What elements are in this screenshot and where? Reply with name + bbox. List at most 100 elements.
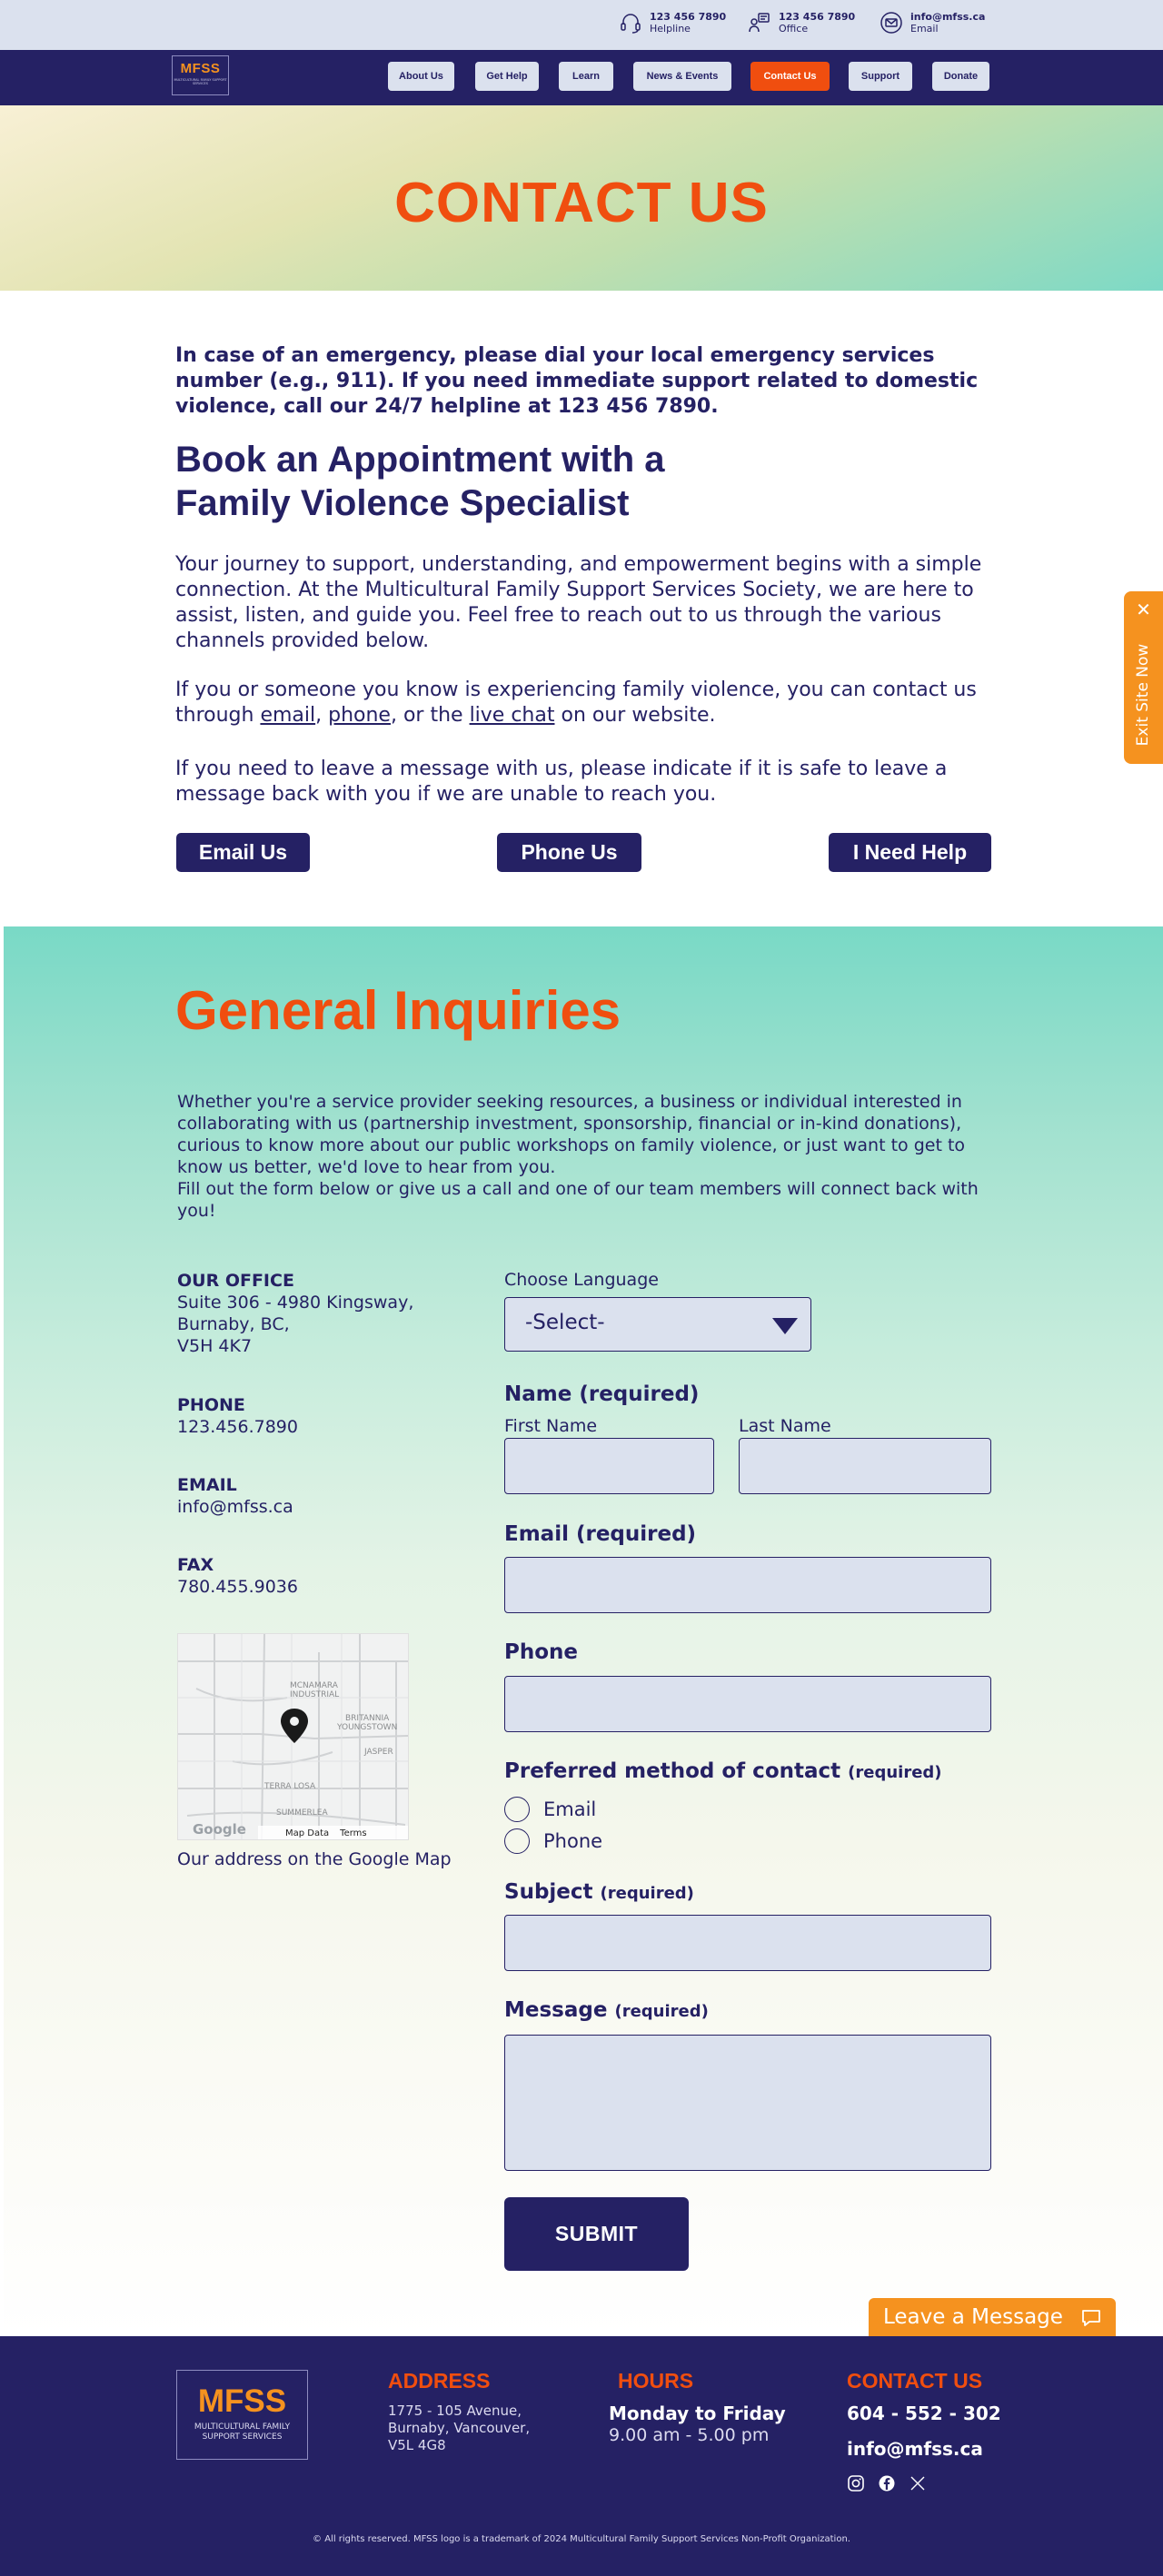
nav-learn[interactable]: Learn: [559, 62, 613, 91]
map-label: TERRA LOSA: [264, 1782, 316, 1791]
footer-phone[interactable]: 604 - 552 - 302: [847, 2403, 1001, 2424]
exit-site-label: Exit Site Now: [1134, 643, 1152, 747]
message-textarea[interactable]: [504, 2035, 991, 2171]
first-name-label: First Name: [504, 1416, 598, 1436]
phone-us-button[interactable]: Phone Us: [497, 833, 641, 872]
office-contact[interactable]: 123 456 7890 Office: [748, 11, 855, 35]
language-select-value: -Select-: [525, 1311, 605, 1334]
p2-text-2: , or the: [390, 704, 470, 727]
logo-tagline: MULTICULTURAL FAMILY SUPPORT SERVICES: [174, 78, 227, 85]
intro-paragraph-1: Your journey to support, understanding, …: [175, 553, 982, 652]
email-link[interactable]: email: [260, 704, 315, 727]
live-chat-link[interactable]: live chat: [470, 704, 555, 727]
last-name-input[interactable]: [739, 1438, 991, 1494]
phone-input[interactable]: [504, 1676, 991, 1732]
subject-input[interactable]: [504, 1915, 991, 1971]
submit-button[interactable]: SUBMIT: [504, 2197, 689, 2271]
leave-message-label: Leave a Message: [883, 2305, 1063, 2329]
office-phone-icon: [749, 13, 770, 33]
office-label: Office: [779, 23, 809, 35]
nav-get-help[interactable]: Get Help: [475, 62, 539, 91]
message-text: Message: [504, 1998, 608, 2022]
last-name-label: Last Name: [739, 1416, 831, 1436]
language-label: Choose Language: [504, 1270, 659, 1290]
inquiries-text-2: Fill out the form below or give us a cal…: [177, 1179, 979, 1221]
email-us-button[interactable]: Email Us: [176, 833, 310, 872]
phone-heading: PHONE: [177, 1395, 245, 1415]
google-logo: Google: [193, 1821, 246, 1838]
fax-heading: FAX: [177, 1555, 214, 1575]
language-select[interactable]: -Select-: [504, 1297, 811, 1352]
map-label: INDUSTRIAL: [290, 1690, 340, 1699]
inquiries-text-1: Whether you're a service provider seekin…: [177, 1092, 966, 1177]
footer-hours-days: Monday to Friday: [609, 2403, 786, 2424]
main-nav: MFSS MULTICULTURAL FAMILY SUPPORT SERVIC…: [0, 50, 1163, 105]
footer-address: 1775 - 105 Avenue, Burnaby, Vancouver, V…: [388, 2403, 530, 2454]
required-tag: (required): [848, 1763, 942, 1782]
required-tag: (required): [614, 2002, 709, 2021]
p2-text-3: on our website.: [554, 704, 716, 727]
nav-donate[interactable]: Donate: [932, 62, 989, 91]
helpline-label: Helpline: [650, 23, 691, 35]
x-twitter-icon[interactable]: [909, 2474, 927, 2492]
radio-email-label[interactable]: Email: [543, 1798, 596, 1820]
facebook-icon[interactable]: [878, 2474, 896, 2492]
footer-email[interactable]: info@mfss.ca: [847, 2438, 983, 2460]
footer-logo-tagline: MULTICULTURAL FAMILY SUPPORT SERVICES: [194, 2422, 291, 2442]
map-data-link[interactable]: Map Data: [285, 1828, 329, 1838]
office-address-line: V5H 4K7: [177, 1336, 253, 1356]
name-heading: Name (required): [504, 1382, 700, 1406]
radio-phone[interactable]: [504, 1828, 530, 1854]
footer-contact-heading: CONTACT US: [847, 2369, 983, 2393]
inquiries-text: Whether you're a service provider seekin…: [177, 1091, 995, 1222]
page-title: CONTACT US: [394, 172, 769, 234]
first-name-input[interactable]: [504, 1438, 714, 1494]
intro-paragraph-2: If you or someone you know is experienci…: [175, 678, 993, 728]
map-label: JASPER: [364, 1748, 393, 1757]
map-terms-link[interactable]: Terms: [340, 1828, 366, 1838]
helpline-number: 123 456 7890: [650, 11, 727, 23]
logo-text: MFSS: [180, 61, 221, 76]
email-block: EMAIL info@mfss.ca: [177, 1474, 293, 1518]
social-links: [847, 2474, 927, 2492]
email-heading: EMAIL: [177, 1475, 237, 1495]
footer-address-line: V5L 4G8: [388, 2437, 446, 2453]
nav-news-events[interactable]: News & Events: [633, 62, 731, 91]
nav-support[interactable]: Support: [849, 62, 912, 91]
headset-icon: [621, 14, 641, 34]
office-heading: OUR OFFICE: [177, 1271, 294, 1291]
leave-message-widget[interactable]: Leave a Message: [869, 2298, 1116, 2337]
helpline-contact[interactable]: 123 456 7890 Helpline: [619, 11, 726, 35]
email-address: info@mfss.ca: [910, 11, 986, 23]
google-map[interactable]: MCNAMARA INDUSTRIAL BRITANNIA YOUNGSTOWN J…: [177, 1633, 409, 1840]
intro-paragraph-3: If you need to leave a message with us, …: [175, 758, 948, 806]
site-logo[interactable]: MFSS MULTICULTURAL FAMILY SUPPORT SERVIC…: [172, 55, 229, 95]
p2-sep: ,: [315, 704, 329, 727]
emergency-notice: In case of an emergency, please dial you…: [175, 344, 979, 418]
email-contact[interactable]: info@mfss.ca Email: [880, 11, 985, 35]
i-need-help-button[interactable]: I Need Help: [829, 833, 991, 872]
fax-block: FAX 780.455.9036: [177, 1554, 298, 1598]
close-icon[interactable]: ✕: [1124, 599, 1163, 620]
radio-email[interactable]: [504, 1797, 530, 1822]
message-heading: Message (required): [504, 1998, 709, 2022]
email-label: Email: [910, 23, 939, 35]
nav-contact-us[interactable]: Contact Us: [750, 62, 830, 91]
footer-logo[interactable]: MFSS MULTICULTURAL FAMILY SUPPORT SERVICE…: [176, 2370, 308, 2460]
map-label: YOUNGSTOWN: [337, 1723, 398, 1732]
mail-icon: [880, 12, 902, 34]
subject-text: Subject: [504, 1880, 593, 1904]
subject-heading: Subject (required): [504, 1880, 694, 1904]
nav-about-us[interactable]: About Us: [388, 62, 454, 91]
fax-value: 780.455.9036: [177, 1577, 298, 1597]
inquiries-title: General Inquiries: [175, 980, 621, 1041]
email-input[interactable]: [504, 1557, 991, 1613]
chat-icon: [1082, 2310, 1100, 2326]
map-caption: Our address on the Google Map: [177, 1849, 452, 1869]
radio-phone-label[interactable]: Phone: [543, 1830, 602, 1852]
instagram-icon[interactable]: [847, 2474, 865, 2492]
phone-link[interactable]: phone: [328, 704, 391, 727]
office-block: OUR OFFICE Suite 306 - 4980 Kingsway, Bu…: [177, 1270, 413, 1357]
appointment-heading: Book an Appointment with a Family Violen…: [175, 440, 665, 523]
exit-site-tab[interactable]: ✕ Exit Site Now: [1124, 591, 1163, 764]
